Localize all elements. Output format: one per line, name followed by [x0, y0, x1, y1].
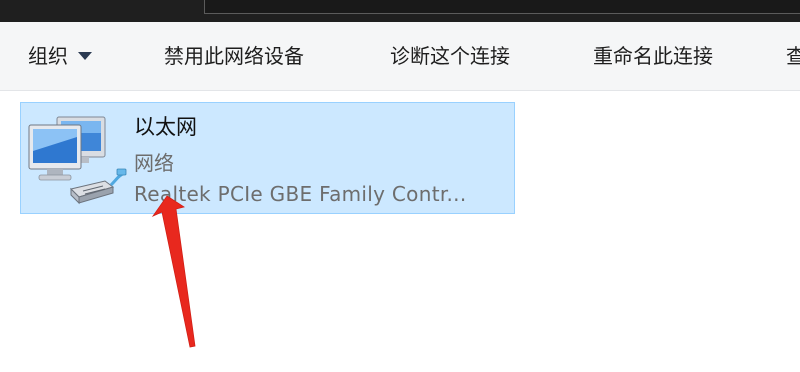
connections-list: 以太网 网络 Realtek PCIe GBE Family Contr... — [0, 91, 800, 372]
command-toolbar: 组织 禁用此网络设备 诊断这个连接 重命名此连接 查 — [0, 22, 800, 91]
adapter-name: 以太网 — [134, 115, 197, 139]
adapter-device-name: Realtek PCIe GBE Family Contr... — [134, 182, 467, 206]
network-connections-window: 组织 禁用此网络设备 诊断这个连接 重命名此连接 查 以太网 网络 Realte… — [0, 0, 800, 372]
rename-connection-button[interactable]: 重命名此连接 — [593, 41, 713, 71]
title-bar — [0, 0, 800, 22]
diagnose-connection-button[interactable]: 诊断这个连接 — [390, 41, 510, 71]
more-commands-button[interactable]: 查 — [786, 41, 800, 71]
ethernet-adapter-item[interactable]: 以太网 网络 Realtek PCIe GBE Family Contr... — [20, 102, 515, 214]
disable-device-button[interactable]: 禁用此网络设备 — [164, 41, 304, 71]
address-bar[interactable] — [204, 0, 800, 14]
network-adapter-icon — [28, 116, 127, 205]
organize-button[interactable]: 组织 — [28, 41, 92, 71]
adapter-status: 网络 — [134, 151, 174, 175]
organize-label: 组织 — [28, 44, 68, 68]
chevron-down-icon — [78, 51, 92, 60]
